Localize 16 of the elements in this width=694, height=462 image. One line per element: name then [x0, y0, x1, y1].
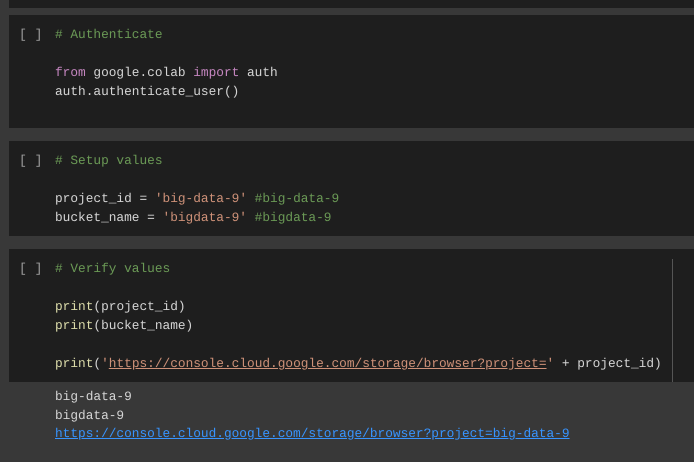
code-line: project_id = 'big-data-9' #big-data-9 [55, 190, 340, 208]
code-line: # Verify values [55, 260, 170, 278]
run-cell-button[interactable]: [ ] [9, 25, 55, 44]
code-line: print(project_id) [55, 298, 186, 316]
output-link[interactable]: https://console.cloud.google.com/storage/browser?project=big-data-9 [55, 425, 570, 444]
code-line: print('https://console.cloud.google.com/storage/browser?project=' + project_id) [55, 355, 662, 373]
run-cell-button[interactable]: [ ] [9, 151, 55, 170]
code-line: print(bucket_name) [55, 317, 194, 335]
output-text: bigdata-9 [55, 406, 124, 424]
code-line: bucket_name = 'bigdata-9' #bigdata-9 [55, 209, 332, 227]
code-line: # Authenticate [55, 26, 163, 44]
run-cell-button[interactable]: [ ] [9, 259, 55, 278]
code-line: auth.authenticate_user() [55, 83, 240, 101]
code-line: # Setup values [55, 152, 163, 170]
output-text: big-data-9 [55, 388, 132, 406]
code-line: from google.colab import auth [55, 64, 278, 82]
